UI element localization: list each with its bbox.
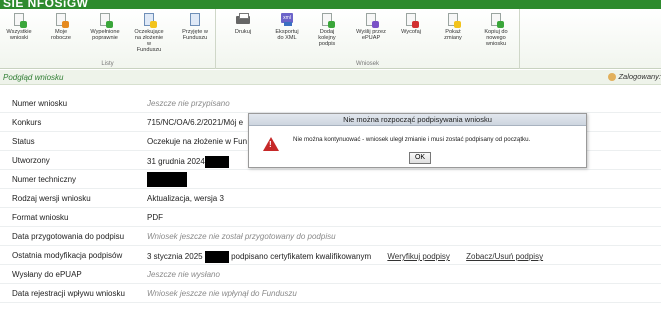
section-title: Podgląd wniosku bbox=[3, 73, 64, 82]
withdraw-icon bbox=[404, 13, 419, 28]
ribbon-group-lists: Wszystkie wnioski Moje robocze Wypełnion… bbox=[0, 9, 216, 69]
ribbon-group-application: Drukuj xml Eksportuj do XML Dodaj kolejn… bbox=[216, 9, 520, 69]
awaiting-submission-button[interactable]: Oczekujące na złożenie w Funduszu bbox=[134, 13, 164, 53]
logged-in-indicator: Zalogowany: bbox=[608, 72, 661, 82]
app-header: SIE NFOSiGW bbox=[0, 0, 661, 9]
error-dialog: Nie można rozpocząć podpisywania wniosku… bbox=[248, 113, 587, 168]
app-brand: SIE NFOSiGW bbox=[3, 0, 89, 9]
field-row-registration-date: Data rejestracji wpływu wniosku Wniosek … bbox=[0, 284, 661, 303]
redacted-block bbox=[204, 156, 229, 168]
withdraw-button[interactable]: Wycofaj bbox=[396, 13, 426, 35]
xml-export-icon: xml bbox=[280, 13, 294, 27]
group-label-application: Wniosek bbox=[355, 61, 379, 67]
copy-icon bbox=[489, 13, 504, 28]
add-signature-button[interactable]: Dodaj kolejny podpis bbox=[312, 13, 342, 47]
field-row-sent-epuap: Wysłany do ePUAP Jeszcze nie wysłano bbox=[0, 265, 661, 284]
document-check-icon bbox=[98, 13, 113, 28]
document-accepted-icon bbox=[188, 13, 202, 27]
all-applications-button[interactable]: Wszystkie wnioski bbox=[4, 13, 34, 41]
show-changes-button[interactable]: Pokaż zmiany bbox=[438, 13, 468, 41]
ok-button[interactable]: OK bbox=[409, 152, 431, 164]
field-row-signature-modification: Ostatnia modyfikacja podpisów 3 stycznia… bbox=[0, 246, 661, 265]
show-changes-icon bbox=[446, 13, 461, 28]
field-row-application-number: Numer wniosku Jeszcze nie przypisano bbox=[0, 94, 661, 113]
user-icon bbox=[608, 73, 617, 82]
document-orange-icon bbox=[54, 13, 69, 28]
group-label-lists: Listy bbox=[101, 61, 114, 67]
field-row-format: Format wniosku PDF bbox=[0, 208, 661, 227]
field-row-version-type: Rodzaj wersji wniosku Aktualizacja, wers… bbox=[0, 189, 661, 208]
print-button[interactable]: Drukuj bbox=[228, 13, 258, 35]
filled-correctly-button[interactable]: Wypełnione poprawnie bbox=[90, 13, 120, 41]
my-drafts-button[interactable]: Moje robocze bbox=[46, 13, 76, 41]
field-row-technical-number: Numer techniczny bbox=[0, 170, 661, 189]
redacted-block bbox=[204, 251, 229, 263]
manage-signatures-link[interactable]: Zobacz/Usuń podpisy bbox=[466, 252, 543, 261]
redacted-block bbox=[147, 172, 187, 187]
dialog-title: Nie można rozpocząć podpisywania wniosku bbox=[249, 114, 586, 126]
send-epuap-button[interactable]: Wyślij przez ePUAP bbox=[356, 13, 386, 41]
accepted-button[interactable]: Przyjęte w Funduszu bbox=[180, 13, 210, 41]
field-row-prepared-for-signature: Data przygotowania do podpisu Wniosek je… bbox=[0, 227, 661, 246]
printer-icon bbox=[236, 13, 250, 27]
copy-to-new-button[interactable]: Kopiuj do nowego wniosku bbox=[481, 13, 511, 47]
ribbon-toolbar: Wszystkie wnioski Moje robocze Wypełnion… bbox=[0, 9, 661, 69]
verify-signatures-link[interactable]: Weryfikuj podpisy bbox=[387, 252, 450, 261]
export-xml-button[interactable]: xml Eksportuj do XML bbox=[272, 13, 302, 41]
warning-icon: ! bbox=[263, 137, 279, 151]
section-header: Podgląd wniosku Zalogowany: bbox=[0, 70, 661, 85]
document-clock-icon bbox=[142, 13, 157, 28]
dialog-message: Nie można kontynuować - wniosek uległ zm… bbox=[293, 136, 531, 143]
document-green-icon bbox=[12, 13, 27, 28]
add-signature-icon bbox=[320, 13, 335, 28]
send-epuap-icon bbox=[364, 13, 379, 28]
